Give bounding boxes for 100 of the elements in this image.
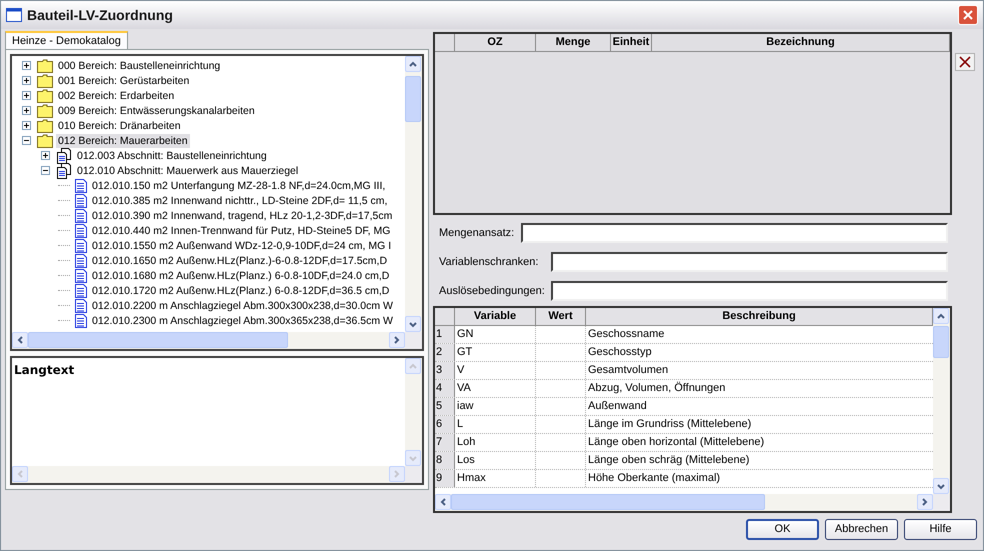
table-cell: VA [455, 380, 536, 397]
field-label: Mengenansatz: [439, 226, 515, 241]
tree-item[interactable]: 012.010.1650 m2 Außenw.HLz(Planz.)-6-0.8-12DF,d=17.5cm,D [90, 254, 390, 268]
scroll-right-button[interactable] [917, 494, 933, 510]
scroll-up-button[interactable] [933, 308, 949, 324]
scrollbar-thumb[interactable] [28, 332, 288, 348]
close-button[interactable] [958, 5, 978, 25]
tree-item[interactable]: 012.010.2200 m Anschlagziegel Abm.300x300x238,d=30.0cm W [90, 298, 395, 312]
delete-button[interactable] [955, 53, 975, 71]
row-number: 2 [435, 344, 455, 361]
arrow-right-icon [392, 335, 402, 346]
column-header[interactable]: Einheit [611, 34, 652, 51]
tree-item[interactable]: 012.010.2300 m Anschlagziegel Abm.300x365x238,d=36.5cm W [90, 314, 395, 328]
tree-item[interactable]: 002 Bereich: Erdarbeiten [56, 88, 176, 102]
column-header[interactable]: Bezeichnung [652, 34, 950, 51]
column-header[interactable]: OZ [455, 34, 536, 51]
expand-icon[interactable] [22, 76, 30, 85]
row-number: 9 [435, 470, 455, 487]
horizontal-scrollbar[interactable] [435, 494, 933, 511]
tree-item[interactable]: 012.003 Abschnitt: Baustelleneinrichtung [75, 148, 269, 162]
table-cell-text: Länge oben schräg (Mittelebene) [587, 453, 750, 468]
column-header[interactable]: Variable [455, 308, 536, 325]
input-field[interactable] [551, 252, 948, 272]
input-field[interactable] [551, 281, 948, 301]
document-icon [75, 178, 87, 192]
table-cell-text: Länge oben horizontal (Mittelebene) [587, 435, 766, 450]
close-icon [963, 10, 973, 20]
table-cell: Los [455, 452, 536, 469]
tree-item[interactable]: 012.010.440 m2 Innen-Trennwand für Putz, HD-Steine5 DF, MG [90, 224, 392, 238]
collapse-icon[interactable] [22, 136, 30, 145]
collapse-icon[interactable] [40, 166, 50, 175]
table-cell-text: Abzug, Volumen, Öffnungen [587, 380, 726, 396]
table-cell: Hmax [455, 470, 536, 487]
folder-icon [37, 74, 53, 88]
table-cell-text: Geschossname [587, 327, 666, 342]
document-icon [75, 268, 87, 282]
vertical-scrollbar[interactable] [933, 308, 950, 494]
expand-icon[interactable] [22, 121, 30, 130]
table-cell: GN [455, 326, 536, 343]
arrow-up-icon [408, 361, 418, 372]
scrollbar-thumb[interactable] [933, 326, 949, 358]
horizontal-scrollbar[interactable] [12, 332, 405, 350]
delete-icon [959, 56, 971, 68]
scrollbar-thumb[interactable] [405, 76, 421, 122]
dialog-button[interactable]: OK [746, 519, 819, 540]
tree-item[interactable]: 012.010.390 m2 Innenwand, tragend, HLz 20-1,2-3DF,d=17,5cm [90, 208, 394, 222]
scrollbar-corner [405, 332, 422, 350]
expand-icon[interactable] [22, 106, 30, 115]
tree-item[interactable]: 010 Bereich: Dränarbeiten [56, 118, 183, 132]
table-cell: L [455, 416, 536, 433]
row-number: 3 [435, 362, 455, 379]
tree-item[interactable]: 012 Bereich: Mauerarbeiten [56, 134, 190, 148]
document-icon [75, 194, 87, 208]
field-label: Variablenschranken: [439, 254, 540, 270]
tree-item[interactable]: 012.010.385 m2 Innenwand nichttr., LD-Steine 2DF,d= 11,5 cm, [90, 194, 390, 208]
arrow-right-icon [920, 497, 930, 507]
scroll-left-button[interactable] [435, 494, 451, 510]
scroll-down-button[interactable] [933, 478, 949, 494]
tree-item[interactable]: 001 Bereich: Gerüstarbeiten [56, 74, 192, 88]
folder-icon [37, 118, 53, 132]
folder-icon [37, 104, 53, 118]
row-number: 8 [435, 452, 455, 469]
tree-item[interactable]: 012.010.1680 m2 Außenw.HLz(Planz.) 6-0.8-10DF,d=24.0 cm,D [90, 268, 392, 282]
tree-item[interactable]: 012.010.150 m2 Unterfangung MZ-28-1.8 NF,d=24.0cm,MG III, [90, 178, 388, 192]
folder-icon [37, 88, 53, 102]
vertical-scrollbar[interactable] [405, 56, 422, 332]
scroll-up-button[interactable] [405, 56, 421, 72]
column-header[interactable]: Menge [536, 34, 611, 51]
dialog-button[interactable]: Hilfe [904, 519, 977, 540]
scroll-right-button[interactable] [389, 332, 405, 348]
arrow-left-icon [15, 469, 25, 479]
row-number: 7 [435, 434, 455, 451]
tree-item[interactable]: 012.010 Abschnitt: Mauerwerk aus Mauerziegel [75, 164, 300, 178]
documents-icon [56, 148, 72, 164]
scroll-down-button[interactable] [405, 316, 421, 332]
tree-item[interactable]: 012.010.1720 m2 Außenw.HLz(Planz.) 6-0.8-12DF,d=36.5 cm,D [90, 284, 392, 298]
scrollbar-thumb[interactable] [451, 494, 765, 510]
documents-icon [56, 162, 72, 178]
scrollbar-corner [405, 466, 422, 483]
tree-item[interactable]: 012.010.1550 m2 Außenwand WDz-12-0,9-10DF,d=24 cm, MG I [90, 238, 394, 252]
tree-item[interactable]: 000 Bereich: Baustelleneinrichtung [56, 58, 222, 72]
table-cell-text: Länge im Grundriss (Mittelebene) [587, 417, 752, 432]
expand-icon[interactable] [22, 61, 30, 70]
arrow-up-icon [936, 311, 946, 321]
table-cell: GT [455, 344, 536, 361]
table-cell-text: Höhe Oberkante (maximal) [587, 471, 722, 486]
tab[interactable]: Heinze - Demokatalog [5, 31, 128, 49]
field-label: Auslösebedingungen: [439, 284, 545, 299]
column-header[interactable]: Wert [536, 308, 586, 325]
window-icon [6, 8, 22, 22]
document-icon [75, 298, 87, 312]
expand-icon[interactable] [22, 91, 30, 100]
input-field[interactable] [521, 223, 948, 243]
document-icon [75, 224, 87, 238]
dialog-button[interactable]: Abbrechen [825, 519, 898, 540]
arrow-right-icon [392, 469, 402, 479]
expand-icon[interactable] [40, 151, 50, 160]
scroll-left-button[interactable] [12, 332, 28, 348]
document-icon [75, 238, 87, 252]
tree-item[interactable]: 009 Bereich: Entwässerungskanalarbeiten [56, 104, 257, 118]
